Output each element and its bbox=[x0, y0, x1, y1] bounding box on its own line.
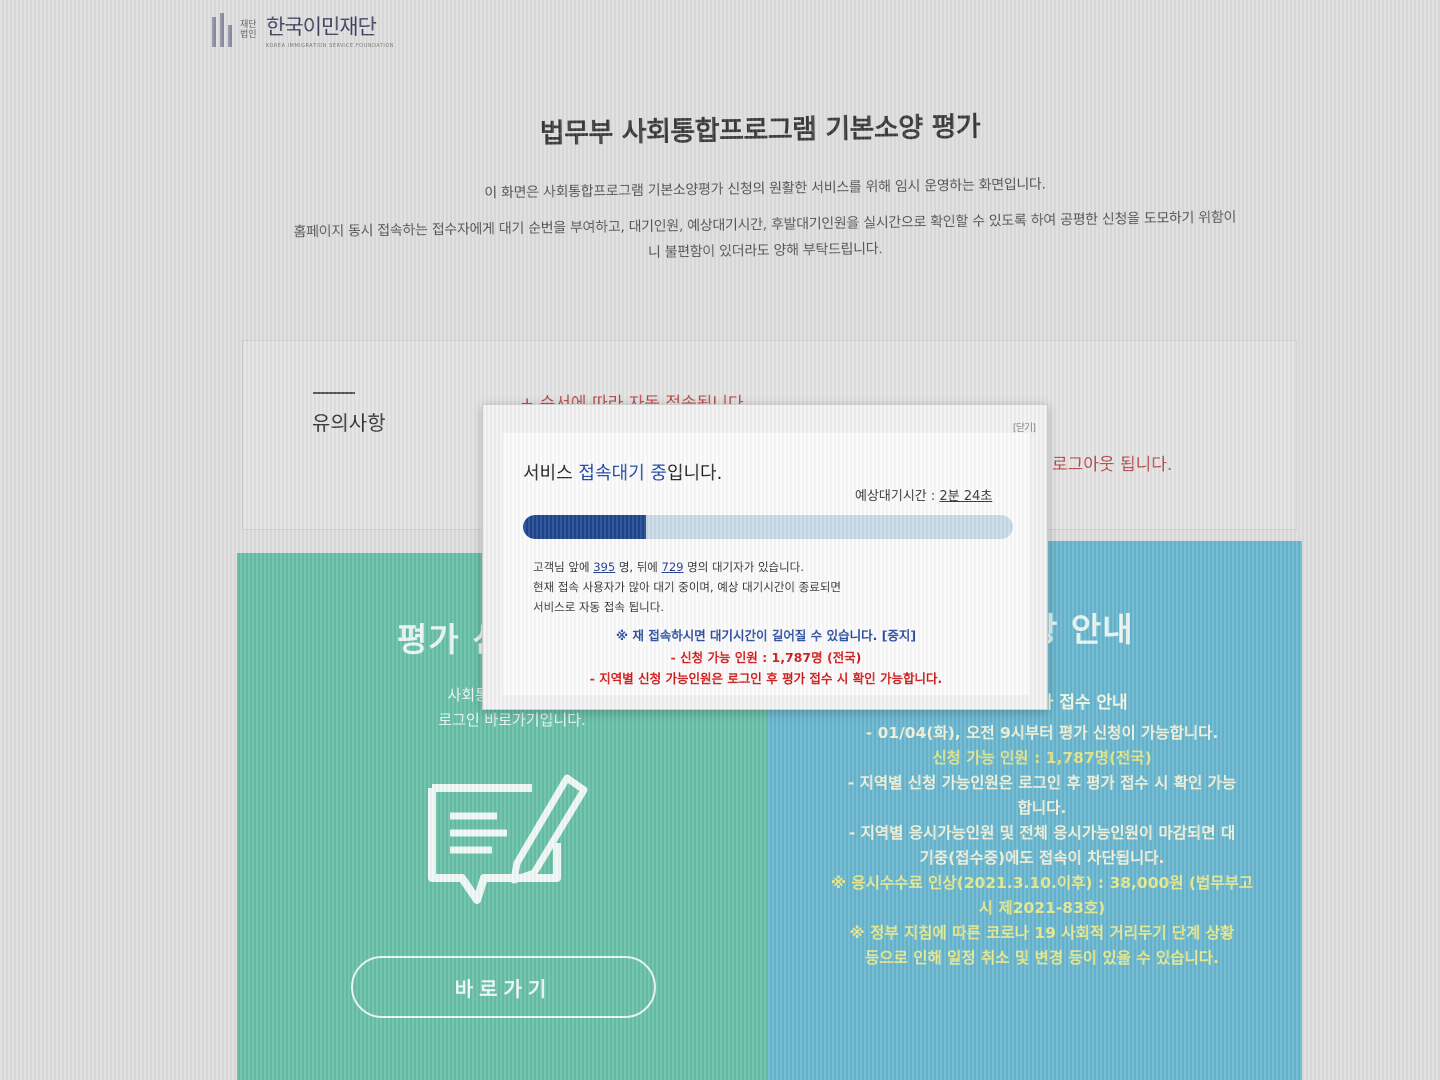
queue-line-2: 현재 접속 사용자가 많아 대기 중이며, 예상 대기시간이 종료되면 bbox=[533, 580, 841, 594]
notice-divider bbox=[313, 392, 355, 394]
info-line: ※ 정부 지침에 따른 코로나 19 사회적 거리두기 단계 상황 bbox=[849, 924, 1235, 942]
queue-line-1: 고객님 앞에 395 명, 뒤에 729 명의 대기자가 있습니다. bbox=[533, 557, 841, 577]
reconnect-warning[interactable]: ※ 재 접속하시면 대기시간이 길어질 수 있습니다. [중지] bbox=[483, 625, 1049, 644]
logo-bars-icon bbox=[212, 13, 232, 47]
intro-line-1: 이 화면은 사회통합프로그램 기본소양평가 신청의 원활한 서비스를 위해 임시… bbox=[484, 176, 1046, 202]
eta-value: 2분 24초 bbox=[939, 489, 993, 504]
queue-suffix: 명의 대기자가 있습니다. bbox=[683, 560, 804, 574]
wait-progress-bar bbox=[523, 515, 1013, 539]
modal-title-suffix: 입니다. bbox=[666, 463, 723, 484]
queue-behind-count: 729 bbox=[661, 560, 684, 574]
apply-desc-line-2: 로그인 바로가기입니다. bbox=[438, 711, 586, 729]
page-title: 법무부 사회통합프로그램 기본소양 평가 bbox=[539, 111, 981, 150]
modal-title-prefix: 서비스 bbox=[523, 463, 579, 484]
info-line: - 01/04(화), 오전 9시부터 평가 신청이 가능합니다. bbox=[865, 724, 1219, 742]
queue-ahead-count: 395 bbox=[593, 560, 616, 574]
info-line: 합니다. bbox=[1017, 799, 1067, 817]
info-line: 기중(접수중)에도 접속이 차단됩니다. bbox=[919, 849, 1165, 867]
modal-title-highlight: 접속대기 중 bbox=[578, 463, 667, 484]
modal-title: 서비스 접속대기 중입니다. bbox=[523, 459, 722, 485]
logo-small-text: 재단 법인 bbox=[240, 20, 257, 40]
waiting-modal: [닫기] 서비스 접속대기 중입니다. 예상대기시간 : 2분 24초 고객님 … bbox=[482, 404, 1048, 710]
capacity-notice: - 신청 가능 인원 : 1,787명 (전국) bbox=[670, 650, 862, 665]
info-card-body: - 01/04(화), 오전 9시부터 평가 신청이 가능합니다. 신청 가능 … bbox=[817, 721, 1267, 971]
logo-english: KOREA IMMIGRATION SERVICE FOUNDATION bbox=[266, 43, 395, 49]
info-line: 신청 가능 인원 : 1,787명(전국) bbox=[932, 749, 1152, 767]
close-button[interactable]: [닫기] bbox=[1013, 419, 1036, 434]
logo-name: 한국이민재단 bbox=[266, 15, 377, 39]
info-line: - 지역별 응시가능인원 및 전체 응시가능인원이 마감되면 대 bbox=[848, 824, 1236, 842]
foundation-logo[interactable]: 재단 법인 한국이민재단 KOREA IMMIGRATION SERVICE F… bbox=[212, 12, 395, 49]
estimated-wait: 예상대기시간 : 2분 24초 bbox=[855, 485, 992, 504]
go-button[interactable]: 바로가기 bbox=[351, 956, 656, 1018]
queue-line-3: 서비스로 자동 접속 됩니다. bbox=[533, 600, 665, 614]
info-line: - 지역별 신청 가능인원은 로그인 후 평가 접수 시 확인 가능 bbox=[847, 774, 1237, 792]
info-line: 시 제2021-83호) bbox=[978, 899, 1106, 917]
info-line: ※ 응시수수료 인상(2021.3.10.이후) : 38,000원 (법무부고 bbox=[830, 874, 1254, 892]
wait-progress-fill bbox=[523, 515, 646, 539]
region-notice: - 지역별 신청 가능인원은 로그인 후 평가 접수 시 확인 가능합니다. bbox=[589, 671, 943, 686]
eta-label: 예상대기시간 : bbox=[855, 489, 940, 504]
queue-status: 고객님 앞에 395 명, 뒤에 729 명의 대기자가 있습니다. 현재 접속… bbox=[533, 557, 841, 617]
info-line: 등으로 인해 일정 취소 및 변경 등이 있을 수 있습니다. bbox=[865, 949, 1219, 967]
queue-mid: 명, 뒤에 bbox=[615, 560, 662, 574]
queue-prefix: 고객님 앞에 bbox=[533, 560, 594, 574]
notice-line-2: 로그아웃 됩니다. bbox=[1052, 455, 1173, 475]
document-pen-icon bbox=[428, 774, 588, 904]
notice-title: 유의사항 bbox=[312, 411, 386, 435]
intro-paragraph: 홈페이지 동시 접속하는 접수자에게 대기 순번을 부여하고, 대기인원, 예상… bbox=[200, 203, 1331, 273]
